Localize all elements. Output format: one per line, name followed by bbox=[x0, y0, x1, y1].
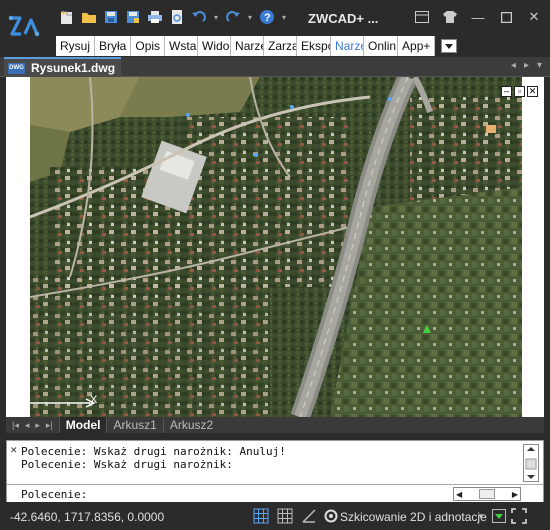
redo-dropdown-icon[interactable]: ▾ bbox=[246, 8, 254, 26]
command-history-scrollbar[interactable] bbox=[523, 444, 539, 482]
plot-preview-icon[interactable] bbox=[168, 8, 186, 26]
tab-narzedzia-2[interactable]: Narzę bbox=[331, 36, 365, 56]
ribbon-tabs: Rysuj Bryła Opis Wsta Wido Narzę Zarzą E… bbox=[56, 36, 458, 56]
next-layout-icon[interactable]: ▸ bbox=[35, 420, 40, 431]
save-icon[interactable] bbox=[102, 8, 120, 26]
layout-tab-nav: |◂ ◂ ▸ ▸| bbox=[6, 420, 59, 431]
svg-text:?: ? bbox=[264, 12, 271, 24]
workspace-selector[interactable]: Szkicowanie 2D i adnotacje bbox=[340, 510, 487, 524]
coordinate-readout: -42.6460, 1717.8356, 0.0000 bbox=[10, 510, 165, 524]
document-tab-nav: ◂ ▸ ▾ bbox=[511, 60, 542, 71]
workspace-gear-icon[interactable] bbox=[322, 507, 340, 525]
document-tab-label: Rysunek1.dwg bbox=[31, 61, 116, 75]
undo-dropdown-icon[interactable]: ▾ bbox=[212, 8, 220, 26]
tab-bryla[interactable]: Bryła bbox=[95, 36, 132, 56]
tab-list-dropdown-icon[interactable]: ▾ bbox=[537, 60, 542, 71]
last-layout-icon[interactable]: ▸| bbox=[46, 420, 53, 431]
help-icon[interactable]: ? bbox=[258, 8, 276, 26]
document-tab-bar: DWG Rysunek1.dwg ◂ ▸ ▾ bbox=[0, 57, 550, 77]
aerial-photo-raster bbox=[30, 77, 522, 417]
tab-opis[interactable]: Opis bbox=[131, 36, 166, 56]
grid-icon[interactable] bbox=[252, 507, 270, 525]
prev-layout-icon[interactable]: ◂ bbox=[25, 420, 30, 431]
tab-rysuj[interactable]: Rysuj bbox=[56, 36, 96, 56]
tab-scroll-right-icon[interactable]: ▸ bbox=[524, 60, 529, 71]
skin-shirt-icon[interactable] bbox=[440, 8, 460, 26]
undo-icon[interactable] bbox=[190, 8, 208, 26]
tab-arkusz2[interactable]: Arkusz2 bbox=[162, 417, 219, 433]
panels-icon[interactable] bbox=[412, 8, 432, 26]
command-history-line: Polecenie: Wskaż drugi narożnik: bbox=[21, 458, 233, 471]
command-history: Polecenie: Wskaż drugi narożnik: Anuluj!… bbox=[21, 445, 286, 471]
minimize-icon[interactable]: — bbox=[468, 8, 488, 26]
viewport-close-icon[interactable]: ✕ bbox=[527, 86, 538, 97]
tab-wstaw[interactable]: Wsta bbox=[165, 36, 199, 56]
tab-online[interactable]: Onlin bbox=[364, 36, 399, 56]
close-icon[interactable]: ✕ bbox=[524, 8, 544, 26]
annotation-dropdown-icon[interactable] bbox=[490, 507, 508, 525]
viewport-right-margin bbox=[522, 77, 544, 417]
ribbon-options-button[interactable] bbox=[441, 39, 458, 53]
new-icon[interactable]: ✶ bbox=[58, 8, 76, 26]
tab-zarzadzaj[interactable]: Zarzą bbox=[264, 36, 298, 56]
maximize-icon[interactable] bbox=[496, 8, 516, 26]
command-horizontal-scrollbar[interactable]: ◀ ▶ bbox=[453, 487, 521, 501]
command-history-line: Polecenie: Wskaż drugi narożnik: Anuluj! bbox=[21, 445, 286, 458]
print-icon[interactable] bbox=[146, 8, 164, 26]
scroll-left-icon[interactable]: ◀ bbox=[456, 490, 462, 499]
workspace-dropdown-icon[interactable]: ▾ bbox=[472, 507, 490, 525]
dwg-file-icon: DWG bbox=[8, 62, 25, 74]
save-as-icon[interactable] bbox=[124, 8, 142, 26]
command-input[interactable]: Polecenie: ◀ ▶ bbox=[7, 484, 543, 502]
command-window: ✕ Polecenie: Wskaż drugi narożnik: Anulu… bbox=[6, 440, 544, 502]
title-bar: ✶ ▾ ▾ ? ▾ ZWCAD+ ... — ✕ bbox=[0, 0, 550, 44]
viewport-controls: – ▫ ✕ bbox=[501, 86, 538, 97]
scroll-thumb[interactable] bbox=[479, 489, 495, 499]
chevron-down-icon bbox=[445, 43, 454, 49]
command-prompt: Polecenie: bbox=[21, 488, 88, 501]
command-close-icon[interactable]: ✕ bbox=[10, 445, 18, 456]
ortho-icon[interactable] bbox=[300, 507, 318, 525]
tab-arkusz1[interactable]: Arkusz1 bbox=[106, 417, 162, 433]
qat-dropdown-icon[interactable]: ▾ bbox=[280, 8, 288, 26]
drawing-viewport[interactable]: – ▫ ✕ Y X bbox=[6, 77, 544, 417]
open-icon[interactable] bbox=[80, 8, 98, 26]
window-controls: — ✕ bbox=[412, 8, 544, 26]
first-layout-icon[interactable]: |◂ bbox=[12, 420, 19, 431]
quick-access-toolbar: ✶ ▾ ▾ ? ▾ bbox=[58, 8, 288, 26]
zwcad-logo-icon[interactable] bbox=[6, 6, 44, 44]
ucs-y-label: Y bbox=[23, 323, 31, 335]
tab-narzedzia[interactable]: Narzę bbox=[231, 36, 265, 56]
tab-app-plus[interactable]: App+ bbox=[398, 36, 436, 56]
layout-tab-bar: |◂ ◂ ▸ ▸| Model Arkusz1 Arkusz2 bbox=[6, 417, 544, 433]
app-title: ZWCAD+ ... bbox=[308, 11, 379, 26]
viewport-restore-icon[interactable]: ▫ bbox=[514, 86, 525, 97]
status-bar: -42.6460, 1717.8356, 0.0000 Szkicowanie … bbox=[0, 504, 550, 530]
app-window: ✶ ▾ ▾ ? ▾ ZWCAD+ ... — ✕ Rysuj Bryła Opi… bbox=[0, 0, 550, 530]
fullscreen-icon[interactable] bbox=[510, 507, 528, 525]
snap-grid-icon[interactable] bbox=[276, 507, 294, 525]
viewport-minimize-icon[interactable]: – bbox=[501, 86, 512, 97]
ucs-x-label: X bbox=[90, 394, 98, 406]
tab-widok[interactable]: Wido bbox=[198, 36, 232, 56]
scroll-right-icon[interactable]: ▶ bbox=[512, 490, 518, 499]
svg-text:✶: ✶ bbox=[60, 9, 67, 18]
redo-icon[interactable] bbox=[224, 8, 242, 26]
document-tab[interactable]: DWG Rysunek1.dwg bbox=[4, 57, 122, 77]
tab-scroll-left-icon[interactable]: ◂ bbox=[511, 60, 516, 71]
tab-eksport[interactable]: Ekspo bbox=[297, 36, 332, 56]
tab-model[interactable]: Model bbox=[58, 417, 107, 433]
